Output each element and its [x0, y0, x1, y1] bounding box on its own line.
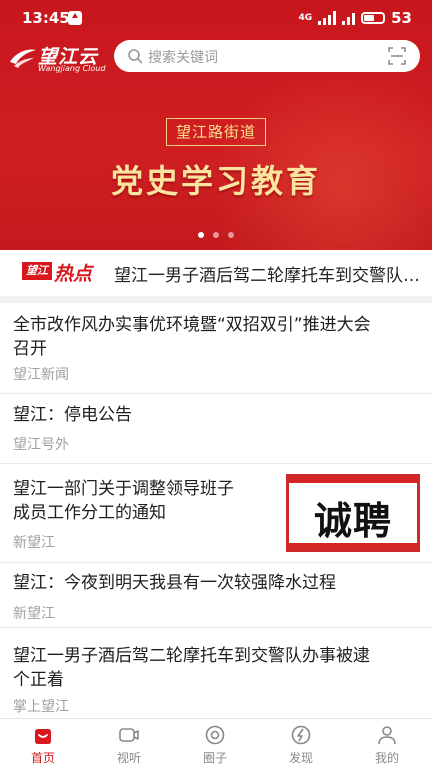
- status-time: 13:45: [22, 9, 70, 27]
- thumb-text: 诚聘: [313, 498, 392, 543]
- news-source: 望江新闻: [13, 367, 69, 383]
- app-logo: 望江云 Wangjiang Cloud: [8, 40, 108, 76]
- news-title-line: 全市改作风办实事优环境暨“双招双引”推进大会: [13, 315, 371, 335]
- tab-label: 首页: [30, 751, 55, 765]
- home-icon: [35, 729, 51, 744]
- circle-icon: [205, 725, 225, 745]
- network-type: 4G: [298, 13, 313, 23]
- news-title: 望江：停电公告: [13, 403, 132, 427]
- section-divider: [0, 296, 432, 303]
- search-placeholder: 搜索关键词: [148, 50, 218, 66]
- thumb-top-bar: [289, 477, 417, 483]
- discover-icon: [291, 725, 311, 745]
- news-item[interactable]: 望江：今夜到明天我县有一次较强降水过程 新望江: [0, 563, 432, 628]
- battery-icon: [361, 12, 386, 24]
- signal-icon: [318, 11, 337, 25]
- status-right: 4G 53: [298, 9, 412, 27]
- carousel-dot[interactable]: [228, 232, 234, 238]
- tab-label: 圈子: [202, 751, 227, 765]
- news-item[interactable]: 全市改作风办实事优环境暨“双招双引”推进大会 召开 望江新闻: [0, 303, 432, 394]
- carousel-dot[interactable]: [198, 232, 204, 238]
- search-icon: [128, 49, 143, 64]
- app-header: 望江云 Wangjiang Cloud 搜索关键词: [0, 36, 432, 80]
- logo-subtitle: Wangjiang Cloud: [38, 64, 106, 73]
- hot-headline[interactable]: 望江一男子酒后驾二轮摩托车到交警队办事被逮个正着: [114, 261, 420, 286]
- news-thumbnail[interactable]: 诚聘: [286, 474, 420, 552]
- video-icon: [119, 728, 139, 742]
- tab-label: 我的: [374, 751, 399, 765]
- scan-icon[interactable]: [388, 47, 406, 65]
- news-title: 望江一部门关于调整领导班子 成员工作分工的通知: [13, 477, 234, 525]
- news-title-line: 个正着: [13, 670, 64, 690]
- news-item[interactable]: 望江：停电公告 望江号外: [0, 394, 432, 464]
- search-bar[interactable]: 搜索关键词: [114, 40, 420, 72]
- upload-notification-icon: [68, 11, 82, 25]
- news-title: 望江：今夜到明天我县有一次较强降水过程: [13, 571, 336, 595]
- carousel-dots: [0, 232, 432, 238]
- news-title-line: 望江一部门关于调整领导班子: [13, 479, 234, 499]
- tab-label: 发现: [288, 751, 313, 765]
- carousel-dot[interactable]: [213, 232, 219, 238]
- news-title: 全市改作风办实事优环境暨“双招双引”推进大会 召开: [13, 313, 371, 361]
- news-title-line: 望江：今夜到明天我县有一次较强降水过程: [13, 573, 336, 593]
- status-bar: 13:45 4G 53: [0, 0, 432, 36]
- news-item[interactable]: 望江一男子酒后驾二轮摩托车到交警队办事被逮 个正着 掌上望江: [0, 628, 432, 718]
- news-item[interactable]: 望江一部门关于调整领导班子 成员工作分工的通知 新望江 诚聘: [0, 464, 432, 563]
- news-title-line: 望江：停电公告: [13, 405, 132, 425]
- top-header-area: 13:45 4G 53 望江云 Wangjiang Cloud 搜索关键词 望江…: [0, 0, 432, 250]
- news-source: 新望江: [13, 606, 55, 622]
- news-source: 新望江: [13, 535, 55, 551]
- banner-headline: 党史学习教育: [110, 162, 321, 200]
- signal-icon-2: [342, 11, 356, 25]
- news-title-line: 召开: [13, 339, 47, 359]
- banner-carousel[interactable]: 望江路街道 党史学习教育: [0, 80, 432, 250]
- news-title: 望江一男子酒后驾二轮摩托车到交警队办事被逮 个正着: [13, 644, 370, 692]
- news-source: 望江号外: [13, 437, 69, 453]
- thumb-bottom-bar: [289, 543, 417, 549]
- hot-badge: 望江: [22, 262, 52, 280]
- news-list: 全市改作风办实事优环境暨“双招双引”推进大会 召开 望江新闻 望江：停电公告 望…: [0, 303, 432, 718]
- hot-badge-label: 热点: [54, 263, 93, 285]
- news-source: 掌上望江: [13, 699, 69, 715]
- battery-level: 53: [391, 9, 412, 27]
- tab-video[interactable]: 视听: [86, 719, 172, 768]
- news-title-line: 成员工作分工的通知: [13, 503, 166, 523]
- news-title-line: 望江一男子酒后驾二轮摩托车到交警队办事被逮: [13, 646, 370, 666]
- tab-discover[interactable]: 发现: [258, 719, 344, 768]
- tab-profile[interactable]: 我的: [344, 719, 430, 768]
- banner-tag: 望江路街道: [166, 118, 266, 146]
- tab-home[interactable]: 首页: [0, 719, 86, 768]
- tab-circle[interactable]: 圈子: [172, 719, 258, 768]
- logo-mark-icon: [10, 49, 36, 68]
- tab-label: 视听: [116, 751, 141, 765]
- hot-news-ticker[interactable]: 望江 热点 望江一男子酒后驾二轮摩托车到交警队办事被逮个正着: [0, 250, 432, 296]
- profile-icon: [378, 726, 396, 745]
- bottom-tab-bar: 首页 视听 圈子 发现 我的: [0, 718, 432, 768]
